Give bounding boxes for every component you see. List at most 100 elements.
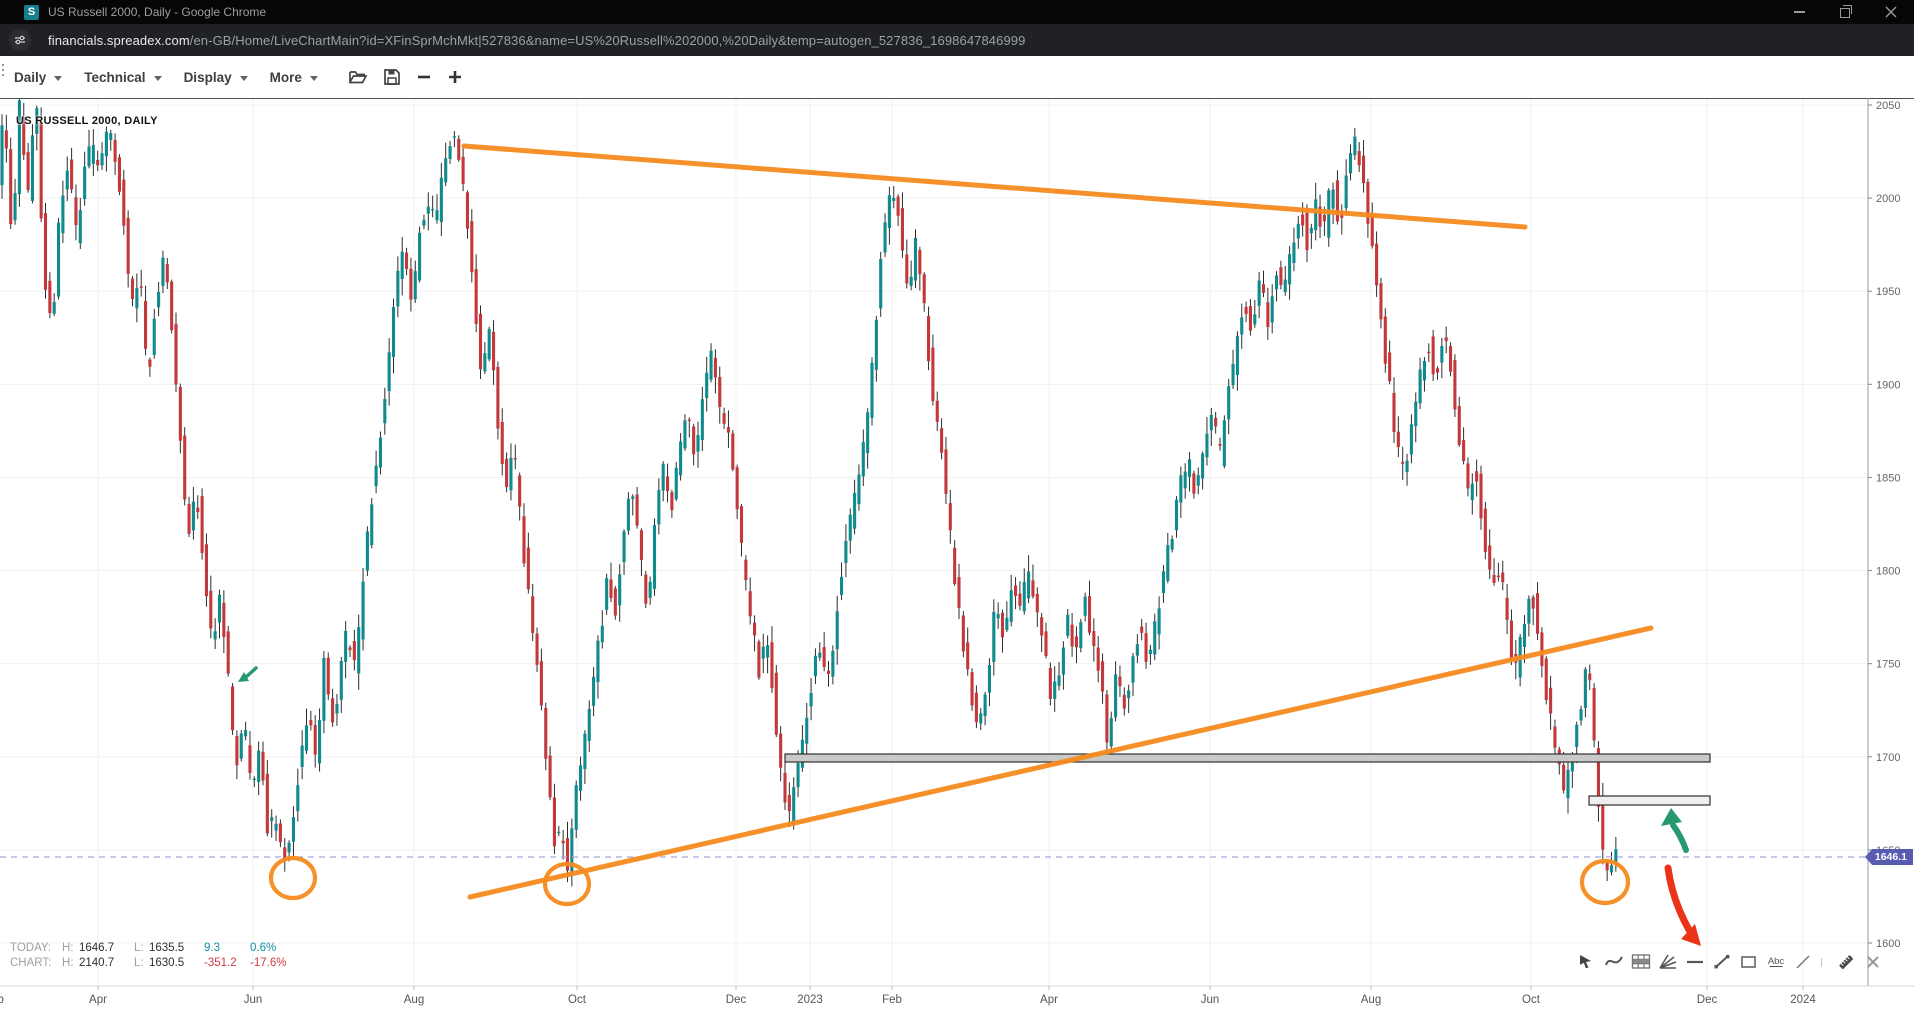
menu-technical[interactable]: Technical (84, 70, 161, 85)
candle-body (505, 459, 508, 487)
x-axis-label: Aug (404, 994, 424, 1006)
candle-body (1588, 673, 1591, 680)
candle-body (1323, 215, 1326, 221)
candle-body (1097, 648, 1100, 671)
trend-line-tool[interactable] (1711, 952, 1732, 973)
candle-body (1527, 599, 1530, 624)
candle-body (627, 499, 630, 531)
candle-body (753, 623, 756, 636)
rectangle-icon (1739, 952, 1759, 973)
candle-body (557, 832, 560, 833)
candle-body (1223, 420, 1226, 466)
candle-body (366, 531, 369, 570)
address-url[interactable]: financials.spreadex.com/en-GB/Home/LiveC… (48, 33, 1025, 48)
minimize-button[interactable] (1776, 0, 1822, 24)
diagonal-line-tool[interactable] (1792, 952, 1813, 973)
x-axis-label: Dec (726, 994, 747, 1006)
candle-body (1105, 694, 1108, 742)
candle-body (997, 614, 1000, 618)
candle-body (870, 363, 873, 418)
candle-body (1375, 244, 1378, 286)
menu-display[interactable]: Display (184, 70, 248, 85)
support-zone-rect-short[interactable] (1589, 796, 1710, 805)
open-chart-button[interactable] (348, 68, 368, 86)
candle-body (427, 207, 430, 214)
candle-body (87, 147, 90, 167)
chevron-down-icon (154, 76, 162, 81)
support-zone-rect[interactable] (785, 754, 1710, 762)
candle-body (1427, 352, 1430, 353)
restore-button[interactable] (1822, 0, 1868, 24)
descending-trendline[interactable] (464, 146, 1525, 227)
candle-body (936, 401, 939, 422)
candle-body (1506, 598, 1509, 620)
candle-body (875, 320, 878, 370)
candle-body (1001, 613, 1004, 638)
candle-body (831, 651, 834, 677)
candle-body (866, 412, 869, 453)
candle-body (696, 435, 699, 452)
candle-body (1406, 461, 1409, 472)
horizontal-line-tool[interactable] (1684, 952, 1705, 973)
candle-body (884, 222, 887, 252)
candle-body (1266, 302, 1269, 327)
fan-lines-icon (1658, 952, 1678, 973)
curve-tool[interactable] (1603, 952, 1624, 973)
site-settings-button[interactable] (9, 29, 31, 51)
candle-body (1184, 472, 1187, 489)
text-tool[interactable]: Abc (1765, 952, 1786, 973)
candle-body (1240, 317, 1243, 334)
url-bar[interactable]: financials.spreadex.com/en-GB/Home/LiveC… (0, 24, 1914, 56)
price-chart-canvas[interactable]: 2050200019501900185018001750170016501600… (0, 98, 1914, 1013)
candle-body (892, 198, 895, 201)
candle-body (649, 582, 652, 598)
x-axis-label: Oct (1522, 994, 1541, 1006)
candle-body (1166, 545, 1169, 581)
candle-body (527, 548, 530, 590)
low-highlight-circle[interactable] (271, 858, 315, 898)
x-axis-label: Dec (1697, 994, 1718, 1006)
stats-row-chart: CHART: H: 2140.7 L: 1630.5 -351.2 -17.6% (10, 956, 300, 971)
candle-body (1349, 153, 1352, 173)
candle-body (396, 271, 399, 307)
rectangle-tool[interactable] (1738, 952, 1759, 973)
candle-body (823, 647, 826, 667)
menu-more[interactable]: More (270, 70, 318, 85)
close-tool[interactable] (1862, 952, 1883, 973)
candle-body (353, 641, 356, 660)
pointer-tool[interactable] (1576, 952, 1597, 973)
candle-body (1466, 463, 1469, 488)
candle-body (553, 798, 556, 847)
candle-body (1040, 617, 1043, 635)
candle-body (1462, 440, 1465, 461)
chevron-down-icon (54, 76, 62, 81)
candle-body (614, 589, 617, 616)
candle-body (253, 779, 256, 780)
candle-body (1332, 190, 1335, 209)
zoom-out-button[interactable] (416, 69, 432, 85)
candle-body (1262, 284, 1265, 293)
candle-body (1279, 267, 1282, 285)
close-button[interactable] (1868, 0, 1914, 24)
candle-body (992, 612, 995, 662)
save-chart-button[interactable] (383, 68, 401, 86)
low-highlight-circle[interactable] (1582, 861, 1628, 903)
green-up-arrow[interactable] (1673, 825, 1686, 850)
toolbar-grip-icon[interactable] (2, 64, 4, 76)
zoom-in-button[interactable] (447, 69, 463, 85)
fan-lines-tool[interactable] (1657, 952, 1678, 973)
stats-row-today: TODAY: H: 1646.7 L: 1635.5 9.3 0.6% (10, 941, 300, 956)
y-axis-label: 1850 (1876, 472, 1900, 484)
candle-body (1066, 615, 1069, 636)
ruler-tool[interactable] (1835, 952, 1856, 973)
table-tool[interactable] (1630, 952, 1651, 973)
candle-body (1088, 596, 1091, 633)
red-down-arrow[interactable] (1668, 868, 1689, 930)
candle-body (196, 508, 199, 512)
candle-body (27, 152, 30, 190)
candle-body (636, 495, 639, 526)
candle-body (74, 197, 77, 225)
menu-daily[interactable]: Daily (14, 70, 62, 85)
candle-body (1245, 307, 1248, 314)
small-green-arrow[interactable] (246, 668, 256, 677)
